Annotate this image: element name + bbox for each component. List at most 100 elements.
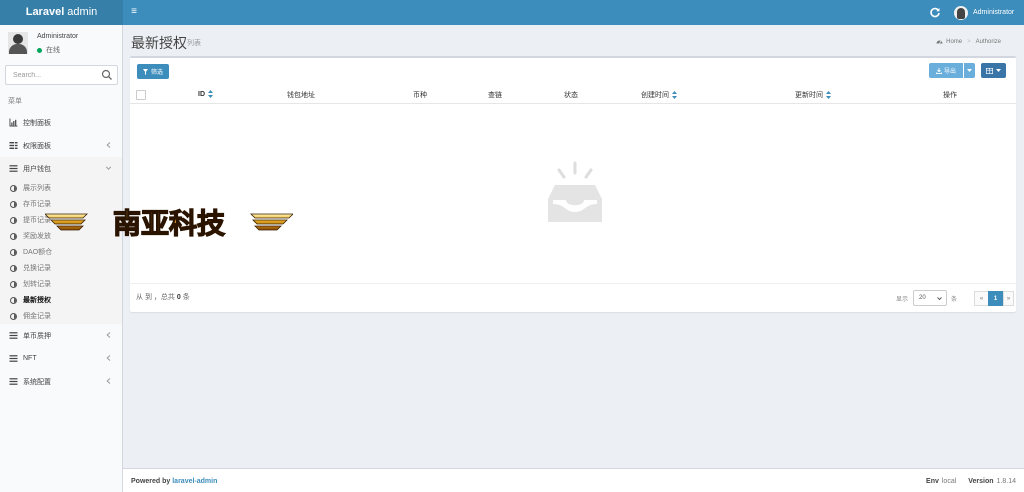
submenu-user-wallet: 展示列表 存币记录 提币记录 奖励发放 DAO额仓 兑换记录 划转记录 最新授权… [0, 180, 122, 324]
box-footer: 从 到 ，总共 0 条 显示 20 条 « 1 » [130, 283, 1016, 312]
sidebar-subitem[interactable]: 划转记录 [0, 276, 122, 292]
circle-half-icon [10, 280, 17, 288]
sidebar-item-user-wallet[interactable]: 用户钱包 [0, 157, 122, 180]
filter-icon [143, 68, 148, 75]
breadcrumb-home[interactable]: Home [946, 39, 962, 45]
next-page-button[interactable]: » [1003, 291, 1014, 306]
sidebar-subitem-label: 展示列表 [23, 185, 51, 192]
total-summary: 从 到 ，总共 0 条 [136, 292, 190, 302]
search-icon[interactable] [101, 69, 113, 81]
env-value: local [941, 478, 957, 485]
column-header-updated[interactable]: 更新时间 [795, 90, 831, 100]
select-all-checkbox[interactable] [136, 90, 146, 100]
export-button[interactable]: 导出 [929, 63, 963, 78]
circle-half-icon [10, 264, 17, 272]
sort-icon [826, 91, 831, 99]
user-menu[interactable]: Administrator [954, 5, 1014, 20]
circle-half-icon [10, 312, 17, 320]
page-subtitle: 列表 [187, 40, 201, 47]
chevron-left-icon [106, 142, 111, 148]
per-page-value: 20 [919, 295, 926, 301]
sidebar-item-dashboard[interactable]: 控制面板 [0, 111, 122, 134]
total-count: 0 [176, 294, 181, 301]
circle-half-icon [10, 184, 17, 192]
table-icon [986, 67, 993, 74]
top-navbar: Laravel admin ≡ Administrator [0, 0, 1024, 25]
summary-prefix: 从 到 ，总共 [136, 294, 175, 301]
sort-icon [208, 90, 213, 98]
empty-inbox-icon [548, 161, 602, 222]
sidebar-item-staking[interactable]: 单币质押 [0, 324, 122, 347]
laravel-admin-link[interactable]: laravel-admin [172, 478, 217, 485]
version-value: 1.8.14 [996, 478, 1016, 485]
export-button-label: 导出 [943, 69, 956, 75]
column-header-created[interactable]: 创建时间 [641, 90, 677, 100]
logo-light: admin [64, 6, 98, 18]
watermark-logo: 南亚科技 [45, 206, 293, 241]
tasks-icon [9, 142, 18, 149]
breadcrumb: Home > Authorize [936, 38, 1001, 45]
per-page-show-label: 显示 [896, 297, 909, 303]
app-logo[interactable]: Laravel admin [0, 0, 123, 25]
caret-down-icon [996, 69, 1001, 72]
circle-half-icon [10, 296, 17, 304]
page-number-current[interactable]: 1 [988, 291, 1003, 306]
sidebar-subitem[interactable]: 佣金记录 [0, 308, 122, 324]
refresh-icon[interactable] [929, 6, 941, 18]
header-username: Administrator [973, 9, 1015, 16]
caret-down-icon [967, 69, 972, 72]
sidebar-item-label: NFT [23, 355, 37, 362]
main-footer: Powered by laravel-admin Env local Versio… [123, 468, 1024, 492]
sidebar-toggle-icon[interactable]: ≡ [128, 6, 140, 18]
chevron-left-icon [106, 355, 111, 361]
breadcrumb-separator: > [967, 38, 971, 45]
bars-icon [9, 355, 18, 362]
circle-half-icon [10, 200, 17, 208]
search-input[interactable] [6, 66, 96, 84]
column-header-coin: 币种 [413, 92, 427, 99]
sidebar-item-label: 控制面板 [23, 119, 51, 127]
sidebar-item-label: 单币质押 [23, 332, 51, 340]
column-selector-button[interactable] [981, 63, 1006, 78]
sort-icon [672, 91, 677, 99]
sidebar-item-label: 用户钱包 [23, 165, 51, 173]
column-header-id[interactable]: ID [198, 90, 213, 98]
sidebar-subitem-active[interactable]: 最新授权 [0, 292, 122, 308]
sidebar-subitem-label: DAO额仓 [23, 249, 53, 256]
chevron-left-icon [106, 332, 111, 338]
per-page-unit-label: 条 [951, 297, 958, 303]
per-page-select[interactable]: 20 [913, 290, 947, 306]
env-label: Env [926, 478, 939, 485]
user-panel-name: Administrator [37, 33, 79, 40]
sidebar-subitem-label: 兑换记录 [23, 265, 51, 272]
sidebar-item-label: 权限面板 [23, 142, 51, 150]
grid-box: 筛选 导出 ID 钱包地址 币种 查链 状态 创建时间 更新时间 操作 从 到 … [130, 56, 1016, 312]
bars-icon [9, 332, 18, 339]
user-panel: Administrator 在线 [0, 25, 123, 61]
sidebar-subitem[interactable]: 展示列表 [0, 180, 122, 196]
prev-page-button[interactable]: « [974, 291, 989, 306]
user-status-label: 在线 [46, 47, 60, 54]
filter-button[interactable]: 筛选 [137, 64, 170, 79]
sidebar-item-permissions[interactable]: 权限面板 [0, 134, 122, 157]
sidebar-subitem-label: 划转记录 [23, 281, 51, 288]
sidebar-subitem[interactable]: DAO额仓 [0, 244, 122, 260]
bar-chart-icon [9, 118, 18, 127]
breadcrumb-current: Authorize [975, 38, 1001, 45]
export-dropdown-toggle[interactable] [964, 63, 975, 78]
bars-icon [9, 378, 18, 385]
chevron-down-icon [937, 297, 942, 301]
content-wrapper: 最新授权 列表 Home > Authorize 筛选 导出 ID 钱包地址 币… [123, 25, 1024, 468]
sidebar-subitem[interactable]: 兑换记录 [0, 260, 122, 276]
column-header-chain: 查链 [488, 92, 502, 99]
sidebar-item-nft[interactable]: NFT [0, 347, 122, 370]
circle-half-icon [10, 216, 17, 224]
column-header-wallet: 钱包地址 [287, 92, 315, 99]
sidebar-subitem-label: 佣金记录 [23, 313, 51, 320]
sidebar-item-settings[interactable]: 系统配置 [0, 370, 122, 393]
dashboard-icon [936, 40, 943, 44]
sidebar-search [5, 65, 118, 85]
column-header-actions: 操作 [943, 92, 957, 99]
download-icon [936, 67, 942, 74]
user-avatar [8, 32, 28, 54]
